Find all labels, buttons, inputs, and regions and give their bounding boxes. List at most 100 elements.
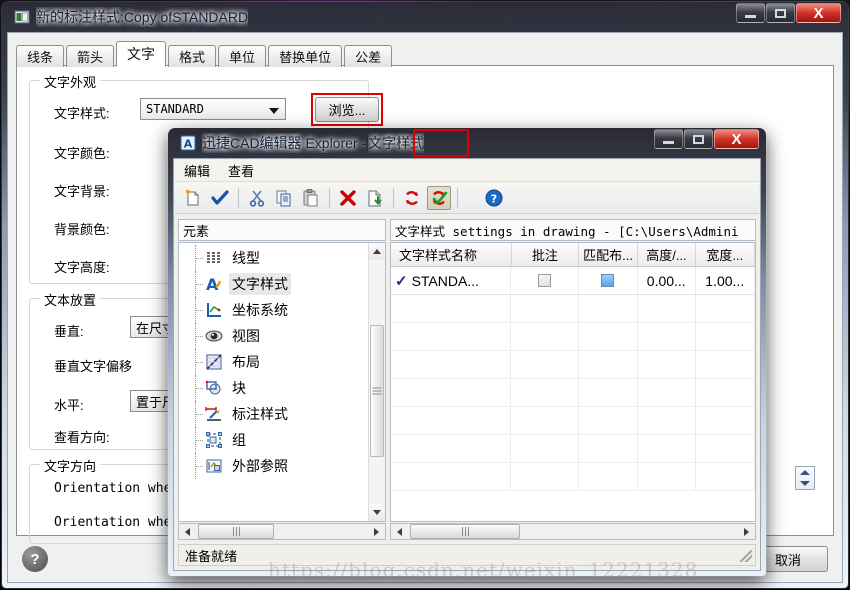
tab-format[interactable]: 格式 [168, 45, 217, 67]
maximize-button[interactable] [766, 3, 795, 23]
cell-empty [638, 379, 696, 406]
tree-item-dimstyle[interactable]: 标注样式 [179, 401, 368, 427]
table-row-empty[interactable] [391, 351, 755, 379]
explorer-minimize-button[interactable] [654, 129, 683, 149]
refresh-icon[interactable] [400, 186, 424, 210]
main-window-title: 新的标注样式:Copy ofSTANDARD [36, 9, 249, 25]
tree-item-linetype[interactable]: 线型 [179, 245, 368, 271]
explorer-maximize-button[interactable] [684, 129, 713, 149]
spinner-up-button[interactable] [796, 467, 814, 478]
column-header-annotative[interactable]: 批注 [512, 243, 579, 266]
export-icon[interactable] [363, 186, 387, 210]
column-header-width[interactable]: 宽度... [696, 243, 755, 266]
new-icon[interactable] [181, 186, 205, 210]
tree-item-textstyle[interactable]: A 文字样式 [179, 271, 368, 297]
cut-icon[interactable] [245, 186, 269, 210]
copy-icon[interactable] [272, 186, 296, 210]
match-layout-checkbox[interactable] [601, 274, 615, 287]
grid-hscroll-thumb[interactable] [410, 524, 520, 539]
delete-icon[interactable] [336, 186, 360, 210]
browse-button[interactable]: 浏览... [315, 97, 379, 122]
help-icon[interactable]: ? [482, 186, 506, 210]
cell-empty [579, 463, 638, 490]
tab-lines[interactable]: 线条 [16, 45, 65, 67]
scroll-grip-icon [372, 387, 382, 395]
tree-hscroll-track[interactable] [196, 524, 368, 539]
tab-tolerance[interactable]: 公差 [344, 45, 393, 67]
table-row-empty[interactable] [391, 463, 755, 491]
tree-item-group[interactable]: 组 [179, 427, 368, 453]
table-row[interactable]: ✓ STANDA... 0.00... 1.00... [391, 267, 755, 295]
resize-grip-icon[interactable] [740, 550, 752, 562]
group-text-placement-title: 文本放置 [40, 290, 101, 309]
tree-horizontal-scrollbar[interactable] [178, 523, 386, 540]
cell-width[interactable]: 1.00... [696, 267, 755, 294]
cell-empty [391, 463, 512, 490]
combo-text-style[interactable]: STANDARD [140, 98, 286, 120]
grid-hscroll-left-button[interactable] [391, 524, 408, 539]
column-header-height[interactable]: 高度/... [638, 243, 696, 266]
tree-scroll-thumb[interactable] [370, 325, 384, 457]
spinner-down-button[interactable] [796, 478, 814, 489]
tree-vertical-scrollbar[interactable] [368, 243, 385, 521]
tree-scroll-up-button[interactable] [369, 243, 385, 260]
cell-empty [579, 379, 638, 406]
text-height-spinner[interactable] [795, 466, 815, 490]
tree-item-layout[interactable]: 布局 [179, 349, 368, 375]
close-button[interactable]: X [796, 3, 841, 23]
explorer-close-button[interactable]: X [714, 129, 759, 149]
apply-check-icon[interactable] [208, 186, 232, 210]
menu-edit[interactable]: 编辑 [175, 161, 219, 180]
tab-arrows[interactable]: 箭头 [66, 45, 115, 67]
tree-hscroll-right-button[interactable] [368, 524, 385, 539]
tab-alt-units[interactable]: 替换单位 [268, 45, 343, 67]
tree-item-block[interactable]: 块 [179, 375, 368, 401]
sync-apply-icon[interactable] [427, 185, 451, 210]
cell-style-name[interactable]: ✓ STANDA... [391, 267, 512, 294]
explorer-toolbar: ? [175, 182, 759, 214]
combo-text-style-value: STANDARD [146, 102, 204, 116]
cell-empty [511, 323, 579, 350]
tree-item-ucs[interactable]: 坐标系统 [179, 297, 368, 323]
tree-scroll-down-button[interactable] [369, 504, 385, 521]
textstyle-icon: A [205, 275, 223, 293]
tab-units[interactable]: 单位 [218, 45, 267, 67]
cell-annotative[interactable] [511, 267, 579, 294]
cell-empty [696, 323, 755, 350]
table-row-empty[interactable] [391, 379, 755, 407]
cell-empty [511, 379, 579, 406]
table-row-empty[interactable] [391, 323, 755, 351]
column-header-match-layout[interactable]: 匹配布... [579, 243, 639, 266]
explorer-window-subtitle: 文字样式 [368, 135, 425, 151]
cell-match-layout[interactable] [579, 267, 638, 294]
toolbar-separator [329, 187, 330, 208]
table-row-empty[interactable] [391, 295, 755, 323]
menu-view[interactable]: 查看 [219, 161, 263, 180]
group-text-direction-title: 文字方向 [40, 456, 101, 475]
cell-height[interactable]: 0.00... [638, 267, 696, 294]
help-button[interactable]: ? [22, 546, 48, 572]
cell-empty [511, 295, 579, 322]
grid-horizontal-scrollbar[interactable] [390, 523, 756, 540]
main-titlebar[interactable]: 新的标注样式:Copy ofSTANDARD X [7, 2, 843, 32]
explorer-titlebar[interactable]: A 迅捷CAD编辑器 Explorer - 文字样式 X [173, 128, 761, 158]
tree-hscroll-left-button[interactable] [179, 524, 196, 539]
paste-icon[interactable] [299, 186, 323, 210]
elements-tree-body: 线型 A 文字样式 坐标系统 视图 布局 块 标注样式 组 外部参照 [178, 242, 386, 522]
tab-text[interactable]: 文字 [116, 41, 167, 67]
column-header-style-name[interactable]: 文字样式名称 [391, 243, 512, 266]
tree-item-view[interactable]: 视图 [179, 323, 368, 349]
tree-item-xref[interactable]: 外部参照 [179, 453, 368, 479]
label-horizontal: 水平: [54, 398, 84, 413]
table-row-empty[interactable] [391, 407, 755, 435]
label-text-color: 文字颜色: [54, 146, 110, 161]
annotative-checkbox[interactable] [537, 274, 551, 287]
grid-hscroll-track[interactable] [408, 524, 738, 539]
tree-item-label: 标注样式 [232, 406, 288, 422]
table-row-empty[interactable] [391, 435, 755, 463]
grid-hscroll-right-button[interactable] [738, 524, 755, 539]
tree-hscroll-thumb[interactable] [198, 524, 274, 539]
cell-empty [511, 435, 579, 462]
minimize-button[interactable] [736, 3, 765, 23]
cell-empty [391, 323, 512, 350]
